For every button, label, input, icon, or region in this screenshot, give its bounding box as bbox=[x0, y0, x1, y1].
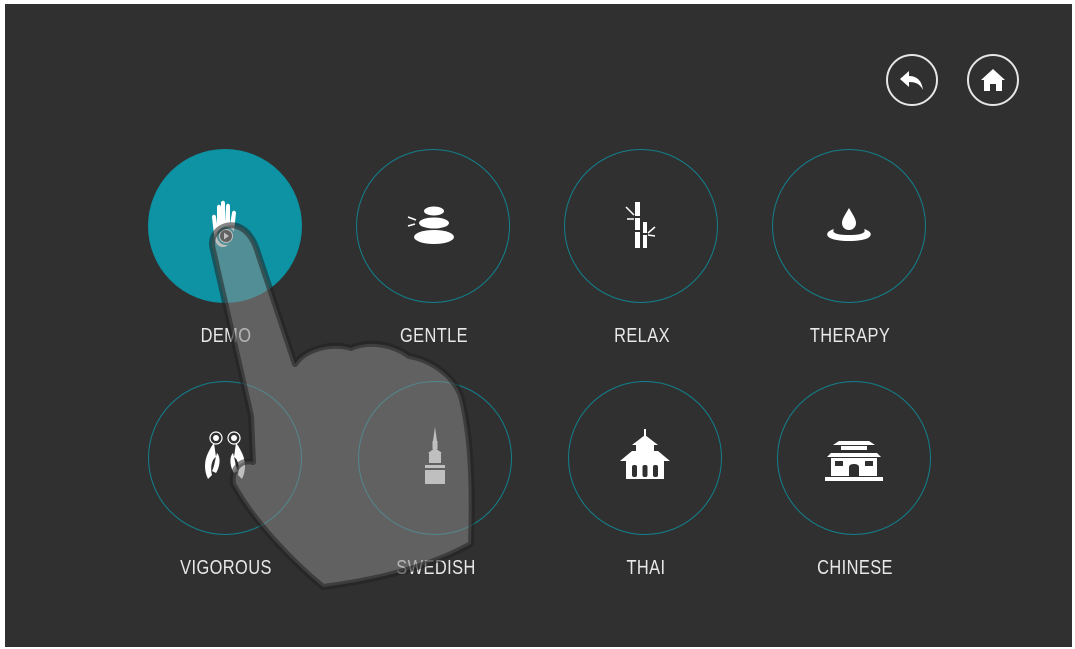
chinese-gate-icon bbox=[825, 441, 883, 481]
mode-demo-label: DEMO bbox=[200, 325, 252, 347]
back-button[interactable] bbox=[886, 54, 938, 106]
mode-demo-button[interactable] bbox=[148, 149, 302, 303]
bamboo-icon bbox=[625, 202, 656, 248]
stacked-stones-icon bbox=[407, 206, 454, 244]
mode-chinese[interactable]: CHINESE bbox=[777, 381, 933, 579]
water-drop-icon bbox=[827, 208, 871, 241]
hands-tapping-icon bbox=[205, 431, 245, 479]
mode-vigorous-button[interactable] bbox=[148, 381, 302, 535]
massage-mode-screen: DEMO GENTLE RELAX THERAPY VIGOROUS SWEDI… bbox=[5, 4, 1072, 647]
mode-thai-button[interactable] bbox=[568, 381, 722, 535]
raised-hand-play-icon bbox=[212, 200, 236, 247]
mode-gentle-button[interactable] bbox=[356, 149, 510, 303]
mode-relax-button[interactable] bbox=[564, 149, 718, 303]
mode-chinese-label: CHINESE bbox=[817, 557, 893, 579]
mode-swedish-label: SWEDISH bbox=[396, 557, 476, 579]
mode-demo[interactable]: DEMO bbox=[148, 149, 304, 347]
mode-chinese-button[interactable] bbox=[777, 381, 931, 535]
home-icon bbox=[981, 69, 1005, 91]
home-button[interactable] bbox=[967, 54, 1019, 106]
mode-thai[interactable]: THAI bbox=[568, 381, 724, 579]
mode-therapy[interactable]: THERAPY bbox=[772, 149, 928, 347]
thai-temple-icon bbox=[620, 429, 670, 479]
mode-gentle[interactable]: GENTLE bbox=[356, 149, 512, 347]
mode-vigorous[interactable]: VIGOROUS bbox=[148, 381, 304, 579]
mode-therapy-button[interactable] bbox=[772, 149, 926, 303]
swedish-spire-icon bbox=[425, 427, 445, 484]
mode-gentle-label: GENTLE bbox=[399, 325, 469, 347]
mode-vigorous-label: VIGOROUS bbox=[180, 557, 272, 579]
mode-therapy-label: THERAPY bbox=[809, 325, 891, 347]
back-arrow-icon bbox=[900, 71, 923, 90]
mode-relax-label: RELAX bbox=[614, 325, 670, 347]
mode-swedish[interactable]: SWEDISH bbox=[358, 381, 514, 579]
mode-thai-label: THAI bbox=[626, 557, 666, 579]
mode-relax[interactable]: RELAX bbox=[564, 149, 720, 347]
mode-swedish-button[interactable] bbox=[358, 381, 512, 535]
